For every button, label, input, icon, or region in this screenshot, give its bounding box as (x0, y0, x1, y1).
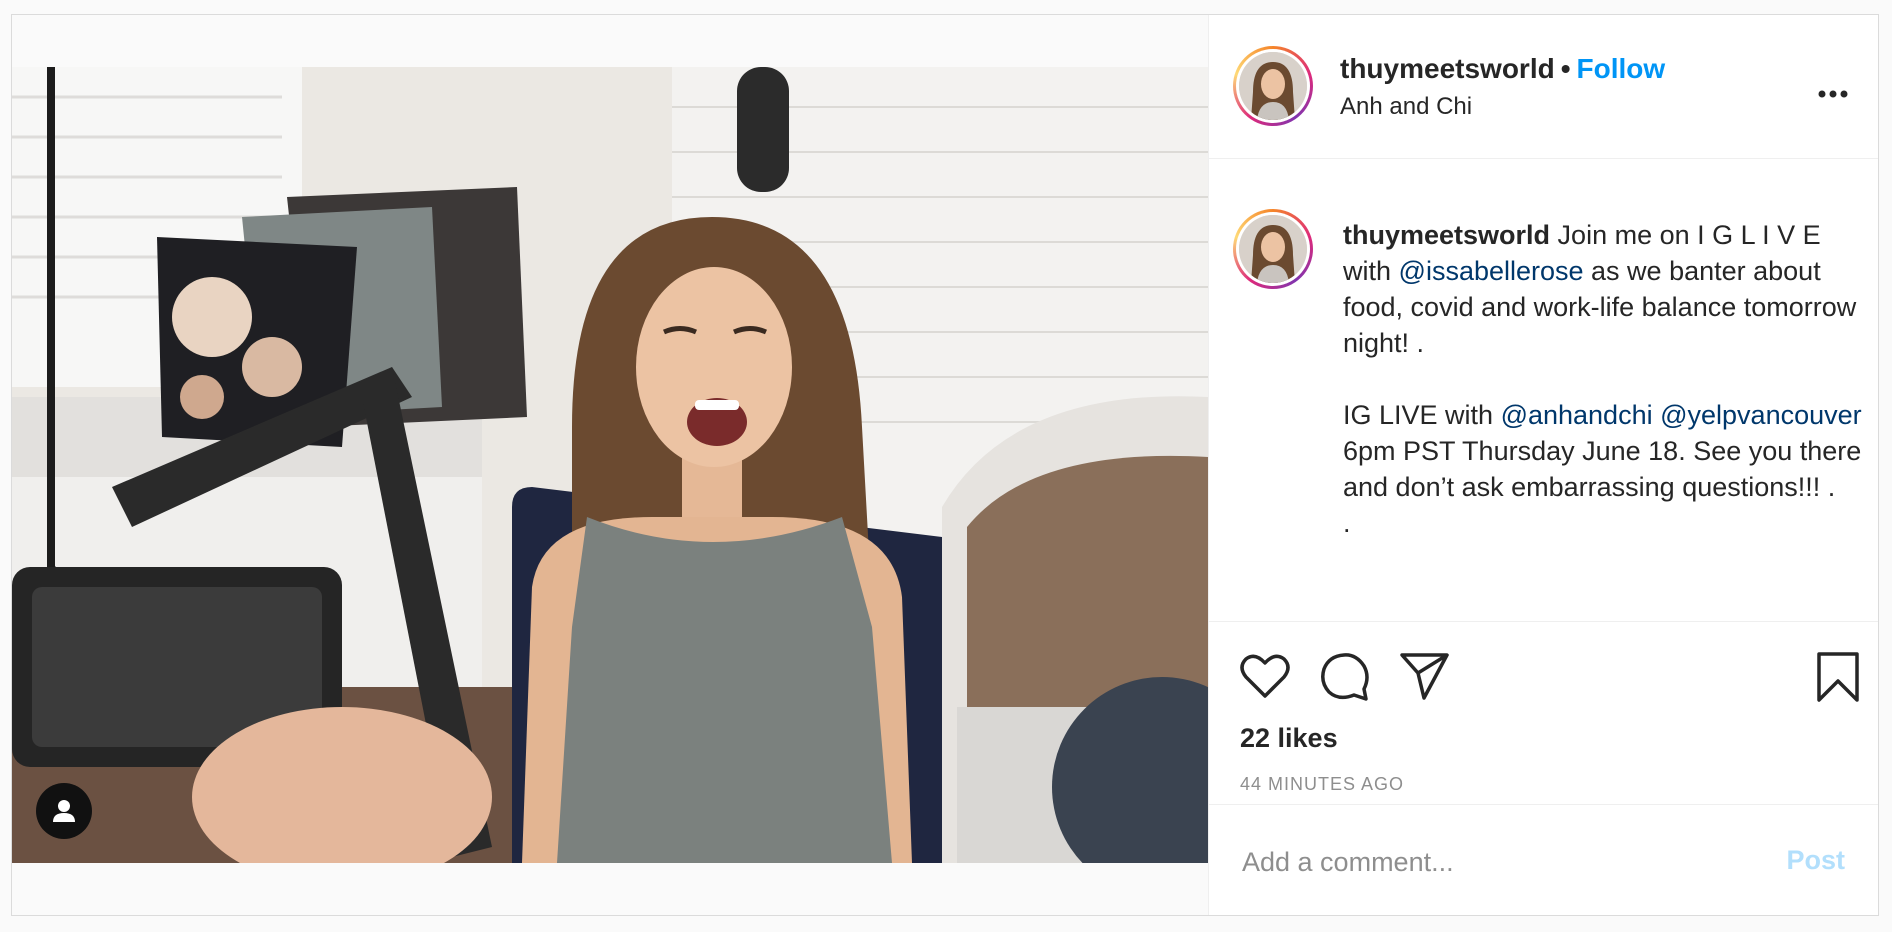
action-bar: 22 likes 44 MINUTES AGO (1209, 622, 1878, 822)
media-panel (12, 15, 1209, 915)
post-timestamp[interactable]: 44 MINUTES AGO (1240, 774, 1404, 795)
header-username-row: thuymeetsworld • Follow (1340, 53, 1665, 85)
post-sidebar: thuymeetsworld • Follow Anh and Chi thuy… (1209, 15, 1878, 915)
likes-count[interactable]: 22 likes (1240, 723, 1338, 754)
share-button[interactable] (1400, 653, 1450, 706)
avatar[interactable] (1233, 46, 1313, 126)
bookmark-icon (1817, 652, 1859, 702)
caption-part-3 (1653, 400, 1661, 430)
mention-yelpvancouver[interactable]: @yelpvancouver (1660, 400, 1862, 430)
comment-button[interactable] (1320, 652, 1370, 707)
caption-text: thuymeetsworld Join me on I G L I V E wi… (1343, 217, 1863, 541)
separator-dot: • (1560, 53, 1571, 84)
caption-avatar[interactable] (1233, 209, 1313, 289)
mention-issabellerose[interactable]: @issabellerose (1399, 256, 1584, 286)
caption-area: thuymeetsworld Join me on I G L I V E wi… (1209, 159, 1878, 622)
comment-input[interactable] (1240, 841, 1724, 883)
follow-button[interactable]: Follow (1577, 53, 1666, 84)
post-header: thuymeetsworld • Follow Anh and Chi (1209, 15, 1878, 159)
location-link[interactable]: Anh and Chi (1340, 93, 1472, 121)
share-icon (1400, 653, 1449, 700)
mention-anhandchi[interactable]: @anhandchi (1501, 400, 1653, 430)
more-options-icon (1818, 90, 1848, 98)
more-options-button[interactable] (1818, 85, 1848, 103)
username-link[interactable]: thuymeetsworld (1340, 53, 1555, 84)
heart-icon (1240, 654, 1290, 698)
user-icon (53, 800, 75, 822)
comment-icon (1321, 653, 1369, 701)
post-photo[interactable] (12, 67, 1208, 863)
post-card: thuymeetsworld • Follow Anh and Chi thuy… (11, 14, 1879, 916)
comment-bar: Post (1209, 804, 1878, 915)
post-comment-button[interactable]: Post (1786, 845, 1845, 876)
like-button[interactable] (1240, 653, 1290, 704)
tagged-users-button[interactable] (36, 783, 92, 839)
caption-username[interactable]: thuymeetsworld (1343, 220, 1550, 250)
save-button[interactable] (1816, 651, 1860, 708)
